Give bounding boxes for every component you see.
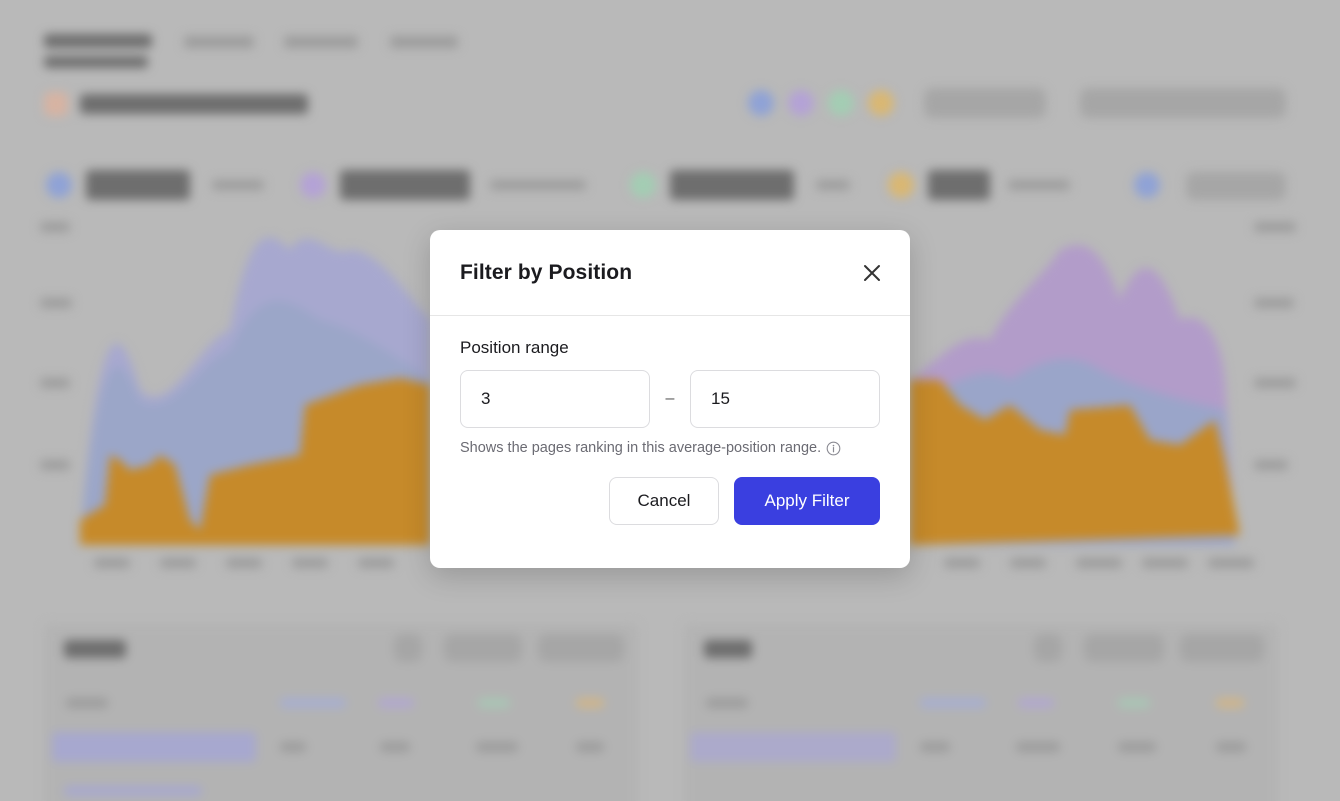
info-icon[interactable] [826,441,841,456]
dialog-title: Filter by Position [460,260,633,284]
filter-position-dialog: Filter by Position Position range – Show… [430,230,910,568]
min-position-input[interactable] [460,370,650,428]
cancel-button[interactable]: Cancel [609,477,719,525]
dialog-body: Position range – Shows the pages ranking… [430,316,910,525]
position-range-row: – [460,370,880,428]
dialog-actions: Cancel Apply Filter [460,477,880,525]
position-range-label: Position range [460,338,569,357]
close-button[interactable] [858,259,886,287]
max-position-input[interactable] [690,370,880,428]
help-row: Shows the pages ranking in this average-… [460,440,880,456]
range-separator: – [665,390,675,407]
help-text: Shows the pages ranking in this average-… [460,440,822,456]
apply-filter-button[interactable]: Apply Filter [734,477,880,525]
close-icon [864,264,880,281]
dialog-header: Filter by Position [430,230,910,316]
